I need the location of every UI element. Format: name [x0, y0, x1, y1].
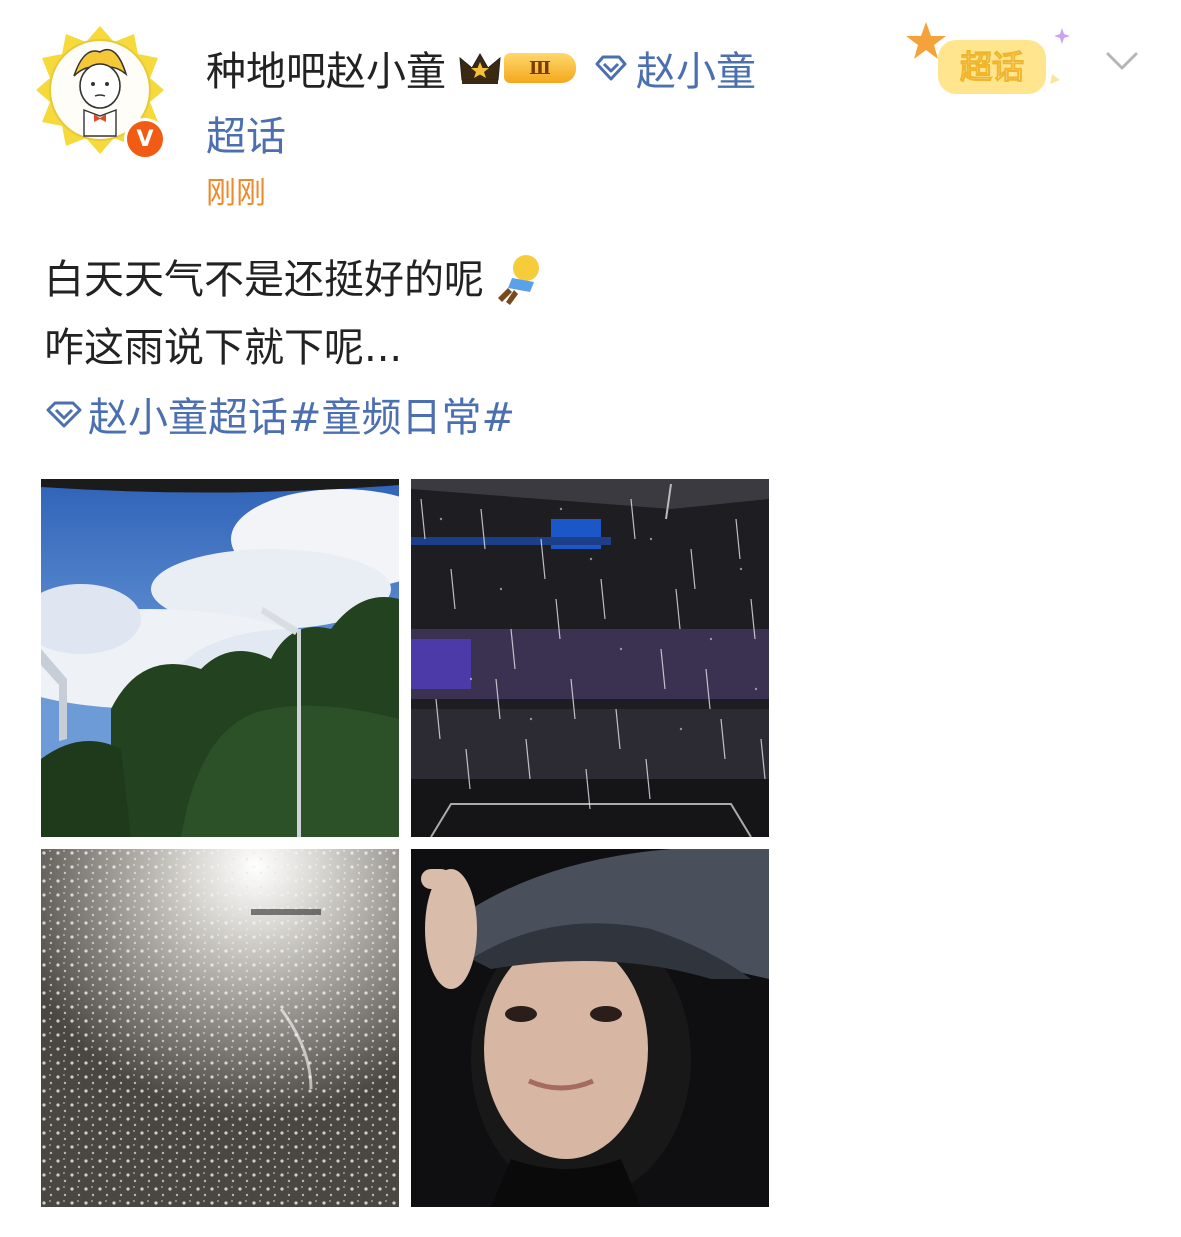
- sky-trees-image: [41, 479, 399, 837]
- post-text-line: 白天天气不是还挺好的呢: [44, 257, 484, 303]
- supertopic-name: 赵小童: [636, 49, 756, 95]
- chevron-down-icon[interactable]: [1102, 40, 1142, 80]
- post-image-2[interactable]: [411, 479, 769, 837]
- verified-badge: V: [124, 118, 166, 160]
- supertopic-badge[interactable]: 超话: [902, 18, 1082, 108]
- post-image-1[interactable]: [41, 479, 399, 837]
- supertopic-link[interactable]: 赵小童: [594, 39, 756, 97]
- rain-lights-image: [41, 849, 399, 1207]
- post-line-1: 白天天气不是还挺好的呢: [44, 246, 546, 314]
- post-image-3[interactable]: [41, 849, 399, 1207]
- supertopic-badge-label: 超话: [960, 49, 1024, 85]
- post-body: 白天天气不是还挺好的呢 咋这雨说下就下呢...: [44, 246, 546, 382]
- hashtag-row[interactable]: 赵小童超话 #童频日常#: [44, 384, 515, 444]
- supertopic-suffix[interactable]: 超话: [206, 104, 286, 162]
- diamond-topic-icon: [46, 401, 82, 428]
- hashtag-topic[interactable]: 赵小童超话: [88, 385, 288, 443]
- post-image-4[interactable]: [411, 849, 769, 1207]
- post-timestamp: 刚刚: [206, 176, 266, 211]
- crown-icon: [458, 50, 502, 86]
- lying-flat-emoji-icon: [490, 252, 546, 308]
- post-line-2: 咋这雨说下就下呢...: [44, 325, 403, 371]
- rain-stage-image: [411, 479, 769, 837]
- diamond-topic-icon: [595, 55, 627, 81]
- selfie-image: [411, 849, 769, 1207]
- hashtag-tag[interactable]: #童频日常#: [288, 385, 515, 443]
- level-badge: Ⅲ: [504, 53, 576, 83]
- post-header: 种地吧赵小童 Ⅲ 赵小童: [206, 38, 756, 98]
- author-name[interactable]: 种地吧赵小童: [206, 39, 446, 97]
